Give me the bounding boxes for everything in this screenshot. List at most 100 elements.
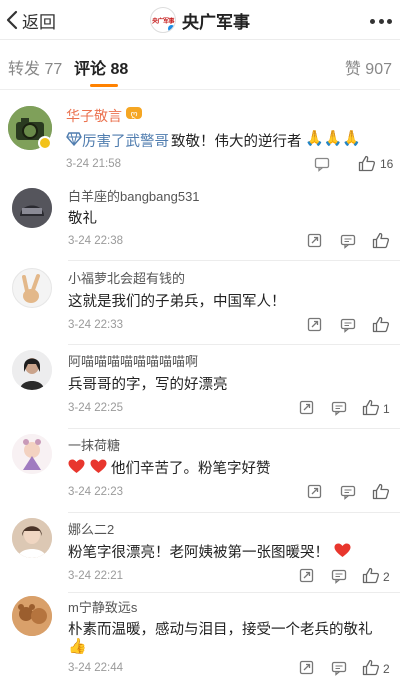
tab-comment[interactable]: 评论 88 bbox=[74, 55, 128, 79]
share-icon bbox=[299, 568, 314, 583]
tab-repost[interactable]: 转发 77 bbox=[8, 55, 62, 79]
cartoon-avatar-icon bbox=[12, 434, 52, 474]
comment-time: 3-24 21:58 bbox=[66, 158, 121, 170]
reply-button[interactable] bbox=[331, 660, 347, 676]
heart-icon bbox=[68, 459, 85, 473]
comment-item: 阿喵喵喵喵喵喵喵喵啊 兵哥哥的字，写的好漂亮 3-24 22:25 1 bbox=[0, 344, 400, 429]
avatar[interactable] bbox=[12, 188, 52, 228]
comment-text: 朴素而温暖，感动与泪目，接受一个老兵的敬礼 bbox=[68, 622, 373, 638]
share-icon bbox=[299, 400, 314, 415]
reply-button[interactable] bbox=[331, 400, 347, 416]
tab-like[interactable]: 赞 907 bbox=[345, 55, 392, 79]
back-button[interactable]: 返回 bbox=[6, 8, 56, 32]
comment-username[interactable]: 小福萝北会超有钱的 bbox=[68, 268, 185, 287]
teddy-bear-avatar-icon bbox=[12, 596, 52, 636]
reply-icon bbox=[340, 485, 356, 500]
like-button[interactable] bbox=[372, 232, 390, 249]
comment-time: 3-24 22:38 bbox=[68, 235, 123, 247]
more-dot-icon bbox=[370, 18, 375, 24]
comment-username[interactable]: 一抹荷糖 bbox=[68, 435, 120, 454]
like-count: 16 bbox=[380, 157, 394, 171]
thumbs-up-icon bbox=[372, 483, 390, 500]
divider bbox=[68, 260, 400, 261]
thumbs-up-emoji-icon: 👍 bbox=[68, 638, 87, 655]
thumbs-up-icon bbox=[372, 232, 390, 249]
repost-button[interactable] bbox=[307, 317, 322, 332]
more-dot-icon bbox=[387, 18, 392, 24]
comment-text: 致敬！伟大的逆行者 bbox=[171, 134, 302, 150]
avatar[interactable] bbox=[12, 518, 52, 558]
comment-item: m宁静致远s 朴素而温暖，感动与泪目，接受一个老兵的敬礼 👍 3-24 22:4… bbox=[0, 592, 400, 683]
like-button[interactable] bbox=[372, 483, 390, 500]
thumbs-up-icon bbox=[362, 567, 380, 584]
like-button[interactable] bbox=[372, 316, 390, 333]
brand-avatar[interactable]: 央广军事 bbox=[150, 7, 176, 33]
comment-username[interactable]: 华子敬言 bbox=[66, 106, 122, 126]
comment-text: 粉笔字很漂亮！老阿姨被第一张图暖哭！ bbox=[68, 545, 329, 561]
comment-username[interactable]: m宁静致远s bbox=[68, 597, 137, 616]
like-count: 1 bbox=[383, 402, 390, 416]
like-count: 2 bbox=[383, 662, 390, 676]
verified-badge-icon bbox=[167, 24, 175, 32]
thumbs-up-icon bbox=[358, 155, 376, 172]
like-button[interactable] bbox=[362, 399, 380, 416]
comment-item: 白羊座的bangbang531 敬礼 3-24 22:38 bbox=[0, 180, 400, 262]
comment-text: 兵哥哥的字，写的好漂亮 bbox=[68, 377, 228, 393]
comment-link[interactable]: 厉害了武警哥 bbox=[82, 130, 169, 151]
like-button[interactable] bbox=[362, 659, 380, 676]
comment-time: 3-24 22:44 bbox=[68, 662, 123, 674]
repost-button[interactable] bbox=[307, 233, 322, 248]
comment-username[interactable]: 阿喵喵喵喵喵喵喵喵啊 bbox=[68, 351, 198, 370]
comment-item: 娜么二2 粉笔字很漂亮！老阿姨被第一张图暖哭！ 3-24 22:21 2 bbox=[0, 512, 400, 594]
like-button[interactable] bbox=[362, 567, 380, 584]
more-options-button[interactable] bbox=[370, 10, 392, 32]
repost-button[interactable] bbox=[307, 484, 322, 499]
repost-button[interactable] bbox=[299, 400, 314, 415]
reply-icon bbox=[331, 401, 347, 416]
page-title-group: 央广军事 央广军事 bbox=[150, 7, 250, 33]
page-title: 央广军事 bbox=[182, 12, 250, 32]
chevron-left-icon bbox=[6, 10, 18, 30]
reply-button[interactable] bbox=[340, 233, 356, 249]
reply-icon bbox=[340, 234, 356, 249]
comment-username[interactable]: 娜么二2 bbox=[68, 519, 114, 538]
share-icon bbox=[307, 484, 322, 499]
like-button[interactable] bbox=[358, 155, 376, 172]
comment-text: 敬礼 bbox=[68, 211, 97, 227]
thumbs-up-icon bbox=[362, 659, 380, 676]
reply-button[interactable] bbox=[340, 484, 356, 500]
repost-button[interactable] bbox=[299, 660, 314, 675]
praying-hands-emoji-icon: 🙏🙏🙏 bbox=[305, 130, 362, 147]
comment-text: 这就是我们的子弟兵，中国军人！ bbox=[68, 294, 286, 310]
avatar[interactable] bbox=[12, 596, 52, 636]
heart-icon bbox=[334, 543, 351, 557]
reply-icon bbox=[331, 661, 347, 676]
tab-bar: 转发 77 评论 88 赞 907 bbox=[0, 40, 400, 90]
avatar[interactable] bbox=[12, 434, 52, 474]
back-label: 返回 bbox=[22, 12, 56, 32]
heart-icon bbox=[90, 459, 107, 473]
comment-item: 华子敬言 ღ 厉害了武警哥 致敬！伟大的逆行者 🙏🙏🙏 3-24 21:58 1… bbox=[0, 92, 400, 180]
share-icon bbox=[299, 660, 314, 675]
reply-button[interactable] bbox=[314, 156, 330, 172]
reply-button[interactable] bbox=[331, 568, 347, 584]
like-count: 2 bbox=[383, 570, 390, 584]
reply-icon bbox=[314, 157, 330, 172]
active-tab-indicator bbox=[90, 84, 118, 87]
repost-button[interactable] bbox=[299, 568, 314, 583]
avatar[interactable] bbox=[12, 350, 52, 390]
share-icon bbox=[307, 317, 322, 332]
victory-hand-icon bbox=[22, 274, 40, 303]
thumbs-up-icon bbox=[372, 316, 390, 333]
avatar[interactable] bbox=[12, 268, 52, 308]
reply-icon bbox=[331, 569, 347, 584]
portrait-avatar-icon bbox=[12, 350, 52, 390]
comment-time: 3-24 22:21 bbox=[68, 570, 123, 582]
more-dot-icon bbox=[378, 18, 384, 24]
comment-time: 3-24 22:25 bbox=[68, 402, 123, 414]
comment-username[interactable]: 白羊座的bangbang531 bbox=[68, 186, 200, 205]
top-nav-bar: 返回 央广军事 央广军事 bbox=[0, 0, 400, 40]
reply-button[interactable] bbox=[340, 317, 356, 333]
comment-time: 3-24 22:23 bbox=[68, 486, 123, 498]
helmet-avatar-icon bbox=[12, 188, 52, 228]
